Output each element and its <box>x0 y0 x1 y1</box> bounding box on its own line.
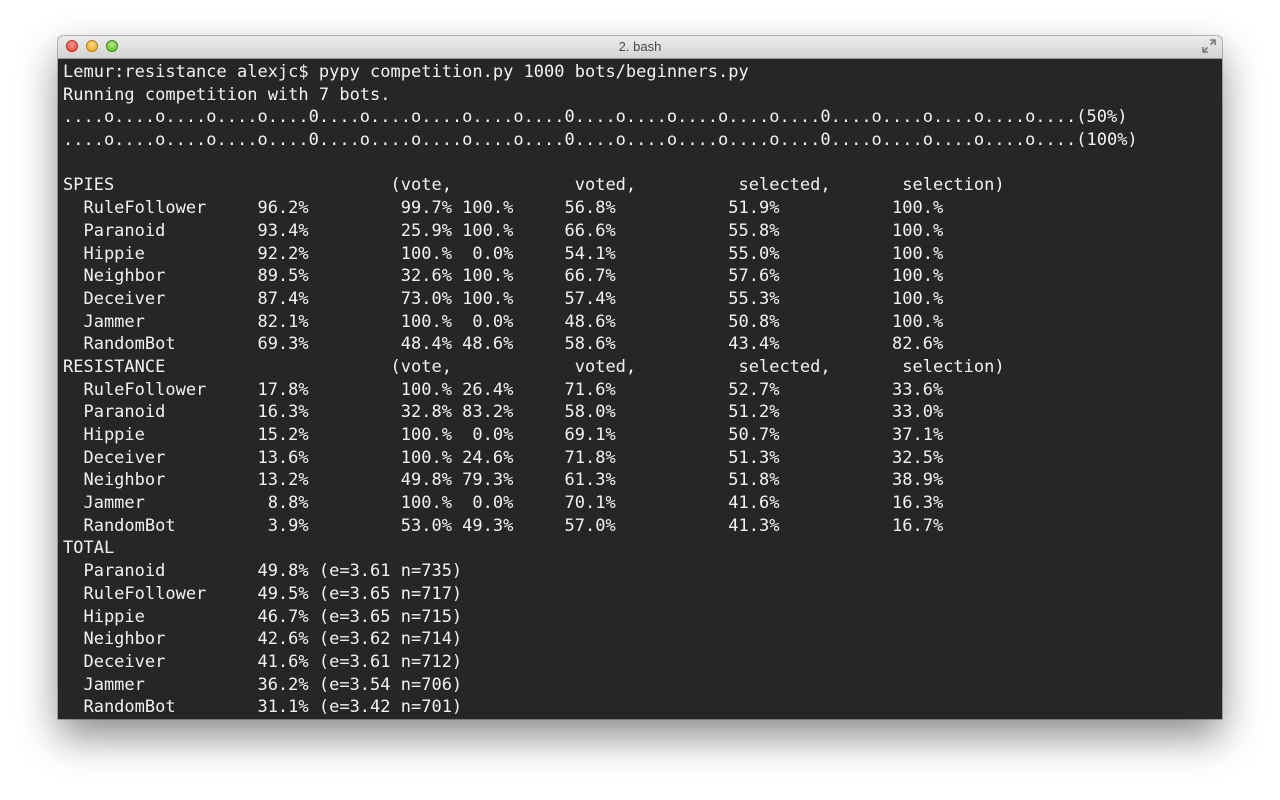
terminal-line: Jammer 8.8% 100.% 0.0% 70.1% 41.6% 16.3% <box>63 493 944 514</box>
terminal-line: Hippie 92.2% 100.% 0.0% 54.1% 55.0% 100.… <box>63 243 944 264</box>
terminal-line: Neighbor 89.5% 32.6% 100.% 66.7% 57.6% 1… <box>63 266 944 287</box>
title-bar[interactable]: 2. bash <box>58 36 1222 59</box>
fullscreen-icon[interactable] <box>1202 39 1216 53</box>
terminal-line: Lemur:resistance alexjc$ pypy competitio… <box>63 62 749 82</box>
terminal-output[interactable]: Lemur:resistance alexjc$ pypy competitio… <box>58 59 1222 719</box>
terminal-line: Paranoid 16.3% 32.8% 83.2% 58.0% 51.2% 3… <box>63 402 944 423</box>
terminal-line: Deceiver 41.6% (e=3.61 n=712) <box>63 651 463 672</box>
terminal-line: RESISTANCE (vote, voted, selected, selec… <box>63 356 1005 377</box>
terminal-line: TOTAL <box>63 538 115 559</box>
terminal-line: Hippie 15.2% 100.% 0.0% 69.1% 50.7% 37.1… <box>63 425 944 445</box>
terminal-line: Neighbor 42.6% (e=3.62 n=714) <box>63 629 463 650</box>
terminal-line: Paranoid 93.4% 25.9% 100.% 66.6% 55.8% 1… <box>63 220 944 241</box>
terminal-line: Neighbor 13.2% 49.8% 79.3% 61.3% 51.8% 3… <box>63 470 944 491</box>
terminal-line: RuleFollower 96.2% 99.7% 100.% 56.8% 51.… <box>63 198 944 219</box>
terminal-line: RuleFollower 49.5% (e=3.65 n=717) <box>63 583 463 604</box>
terminal-line: Deceiver 13.6% 100.% 24.6% 71.8% 51.3% 3… <box>63 447 944 468</box>
terminal-line: ....o....o....o....o....0....o....o....o… <box>63 130 1138 151</box>
terminal-line: RuleFollower 17.8% 100.% 26.4% 71.6% 52.… <box>63 379 944 400</box>
terminal-line: SPIES (vote, voted, selected, selection) <box>63 175 1005 196</box>
terminal-line: RandomBot 3.9% 53.0% 49.3% 57.0% 41.3% 1… <box>63 515 944 536</box>
terminal-line: RandomBot 69.3% 48.4% 48.6% 58.6% 43.4% … <box>63 334 944 355</box>
window-title: 2. bash <box>618 39 662 54</box>
terminal-line: RandomBot 31.1% (e=3.42 n=701) <box>63 697 463 718</box>
terminal-line: Paranoid 49.8% (e=3.61 n=735) <box>63 561 463 582</box>
terminal-line: Running competition with 7 bots. <box>63 84 391 105</box>
terminal-line: Hippie 46.7% (e=3.65 n=715) <box>63 606 463 627</box>
terminal-line: Jammer 36.2% (e=3.54 n=706) <box>63 674 463 695</box>
terminal-line: Jammer 82.1% 100.% 0.0% 48.6% 50.8% 100.… <box>63 311 944 332</box>
terminal-line: Deceiver 87.4% 73.0% 100.% 57.4% 55.3% 1… <box>63 288 944 309</box>
terminal-line: ....o....o....o....o....0....o....o....o… <box>63 107 1128 128</box>
terminal-window: 2. bash Lemur:resistance alexjc$ pypy co… <box>58 36 1222 719</box>
